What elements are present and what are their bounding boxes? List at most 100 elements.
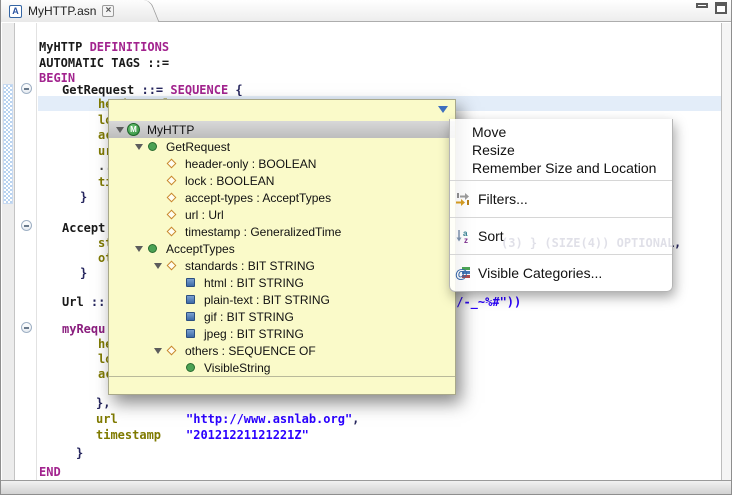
svg-text:z: z [464, 236, 468, 244]
type-icon [148, 142, 157, 151]
code-token: Accept [62, 221, 105, 235]
tree-item-accept-types[interactable]: accept-types : AcceptTypes [109, 189, 455, 206]
sort-icon: az [454, 228, 471, 245]
code-token: GetRequest [62, 83, 141, 97]
tree-item-label: html : BIT STRING [203, 276, 304, 290]
code-line: Url :: [62, 295, 105, 309]
tree-item-label: plain-text : BIT STRING [203, 293, 330, 307]
menu-item-label: Sort [478, 227, 504, 245]
code-line: , [674, 236, 681, 250]
tab-title: MyHTTP.asn [28, 4, 96, 18]
tree-item-header-only[interactable]: header-only : BOOLEAN [109, 155, 455, 172]
code-token: SEQUENCE [170, 83, 235, 97]
code-token: } [76, 446, 83, 460]
code-line: "20121221121221Z" [186, 428, 309, 442]
bit-icon [186, 329, 195, 338]
menu-item-resize[interactable]: Resize [450, 141, 672, 159]
code-line: ./-_~%#")) [449, 295, 521, 309]
asn-file-icon: A [9, 5, 22, 18]
tree-item-getrequest[interactable]: GetRequest [109, 138, 455, 155]
expand-arrow-icon[interactable] [132, 246, 146, 252]
menu-item-label: Filters... [478, 190, 528, 208]
field-icon [167, 227, 177, 237]
outline-popup: M MyHTTP GetRequest header-only : BOOLEAN lo… [108, 99, 456, 395]
filters-icon [454, 191, 471, 208]
categories-icon: @ [454, 265, 471, 282]
context-menu: Move ResizeRemember Size and Location Filt… [449, 119, 673, 292]
tree-item-label: lock : BOOLEAN [184, 174, 274, 188]
tree-item-accepttypes[interactable]: AcceptTypes [109, 240, 455, 257]
code-line: } [76, 446, 83, 460]
code-token: END [39, 465, 61, 479]
tree-item-url[interactable]: url : Url [109, 206, 455, 223]
module-icon: M [127, 123, 140, 136]
tree-item-gif[interactable]: gif : BIT STRING [109, 308, 455, 325]
menu-separator [450, 217, 672, 218]
bit-icon [186, 295, 195, 304]
code-line: }, [96, 396, 110, 410]
code-token: , [674, 236, 681, 250]
menu-item-sort[interactable]: az Sort [450, 221, 672, 251]
tree-item-label: MyHTTP [146, 123, 194, 137]
popup-toolbar [109, 100, 455, 121]
tree-item-label: url : Url [184, 208, 224, 222]
code-token: AUTOMATIC TAGS ::= [39, 56, 169, 70]
code-token: DEFINITIONS [90, 40, 169, 54]
tree-item-label: header-only : BOOLEAN [184, 157, 316, 171]
code-line: END [39, 465, 61, 479]
menu-separator [450, 180, 672, 181]
maximize-view-icon[interactable] [715, 2, 727, 14]
code-token: , [352, 412, 359, 426]
tree-item-plain-text[interactable]: plain-text : BIT STRING [109, 291, 455, 308]
code-line: timestamp [96, 428, 161, 442]
menu-item-label: Visible Categories... [478, 264, 602, 282]
menu-item-move[interactable]: Move [450, 123, 672, 141]
field-icon [167, 261, 177, 271]
tree-item-lock[interactable]: lock : BOOLEAN [109, 172, 455, 189]
tree-item-label: timestamp : GeneralizedTime [184, 225, 341, 239]
outline-tree: M MyHTTP GetRequest header-only : BOOLEAN lo… [109, 121, 455, 376]
tree-item-label: others : SEQUENCE OF [184, 344, 316, 358]
expand-arrow-icon[interactable] [151, 348, 165, 354]
code-token: myRequ [62, 322, 105, 336]
tree-item-visiblestring[interactable]: VisibleString [109, 359, 455, 376]
tree-item-jpeg[interactable]: jpeg : BIT STRING [109, 325, 455, 342]
overview-ruler[interactable] [721, 23, 732, 480]
code-line: AUTOMATIC TAGS ::= [39, 56, 169, 70]
minimize-view-icon[interactable] [696, 3, 708, 8]
type-icon [186, 363, 195, 372]
code-line: "http://www.asnlab.org", [186, 412, 359, 426]
field-icon [167, 346, 177, 356]
tree-item-label: AcceptTypes [165, 242, 235, 256]
window-bottom-frame [1, 480, 731, 494]
code-token: "20121221121221Z" [186, 428, 309, 442]
view-window-buttons [696, 2, 727, 14]
expand-arrow-icon[interactable] [113, 127, 127, 133]
expand-arrow-icon[interactable] [151, 263, 165, 269]
tree-item-label: GetRequest [165, 140, 230, 154]
tree-item-myhttp[interactable]: M MyHTTP [109, 121, 455, 138]
bit-icon [186, 312, 195, 321]
tree-item-timestamp[interactable]: timestamp : GeneralizedTime [109, 223, 455, 240]
svg-text:@: @ [455, 266, 468, 281]
tree-item-standards[interactable]: standards : BIT STRING [109, 257, 455, 274]
tree-item-others[interactable]: others : SEQUENCE OF [109, 342, 455, 359]
tree-item-html[interactable]: html : BIT STRING [109, 274, 455, 291]
menu-item-remember-size-and-location[interactable]: Remember Size and Location [450, 159, 672, 177]
menu-item-filters[interactable]: Filters... [450, 184, 672, 214]
code-line: Accept [62, 221, 105, 235]
code-token: { [235, 83, 242, 97]
tab-close-icon[interactable]: × [102, 5, 114, 17]
menu-item-visible-categories[interactable]: @ Visible Categories... [450, 258, 672, 288]
popup-menu-dropdown-icon[interactable] [438, 106, 448, 113]
menu-item-label: Resize [472, 142, 515, 158]
editor-tab-bar: A MyHTTP.asn × [1, 0, 731, 22]
code-token: ./-_~%#")) [449, 295, 521, 309]
code-line: url [96, 412, 118, 426]
code-token: Url [62, 295, 91, 309]
field-icon [167, 193, 177, 203]
menu-item-label: Move [472, 124, 506, 140]
code-token: url [96, 412, 118, 426]
editor-tab-myhttp[interactable]: A MyHTTP.asn × [1, 0, 149, 22]
expand-arrow-icon[interactable] [132, 144, 146, 150]
